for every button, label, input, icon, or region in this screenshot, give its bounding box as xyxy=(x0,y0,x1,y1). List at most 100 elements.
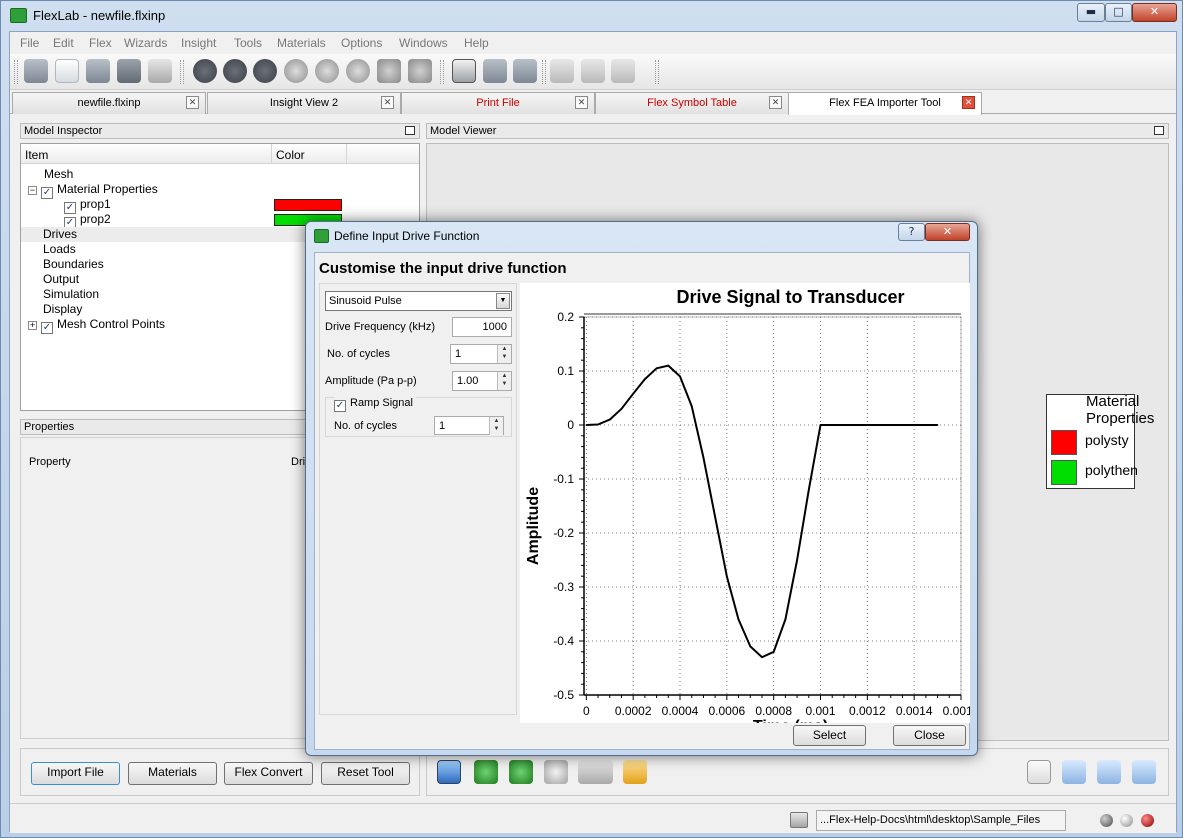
spinner-arrows-icon[interactable]: ▲ ▼ xyxy=(497,372,511,390)
add-object-icon[interactable] xyxy=(474,760,498,784)
expand-icon[interactable]: + xyxy=(28,321,37,330)
import-file-button[interactable]: Import File xyxy=(31,762,120,785)
dialog-help-button[interactable]: ? xyxy=(898,223,925,241)
cube-icon[interactable] xyxy=(408,59,432,83)
clear-icon[interactable] xyxy=(611,59,635,83)
flex-batch-icon[interactable] xyxy=(253,59,277,83)
column-item[interactable]: Item xyxy=(25,148,48,162)
spinner-arrows-icon[interactable]: ▲ ▼ xyxy=(489,417,503,435)
menu-tools[interactable]: Tools xyxy=(234,36,262,50)
float-panel-icon[interactable] xyxy=(405,126,415,135)
menu-windows[interactable]: Windows xyxy=(399,36,448,50)
close-window-button[interactable]: ✕ xyxy=(1132,3,1177,22)
view-side-icon[interactable] xyxy=(1097,760,1121,784)
tree-item-display[interactable]: Display xyxy=(43,302,82,317)
signal-data-point xyxy=(726,575,728,577)
drive-function-select[interactable]: Sinusoid Pulse ▼ xyxy=(325,291,512,311)
flex-restart-icon[interactable] xyxy=(223,59,247,83)
tree-item-prop2[interactable]: ✓ prop2 xyxy=(64,212,111,229)
add-folder-icon[interactable] xyxy=(483,59,507,83)
tab-flex-fea-importer[interactable]: Flex FEA Importer Tool ✕ xyxy=(788,92,982,115)
menu-wizards[interactable]: Wizards xyxy=(124,36,167,50)
amplitude-spinbox[interactable]: 1.00 ▲ ▼ xyxy=(452,371,512,391)
tree-item-mesh-control-points[interactable]: + ✓ Mesh Control Points xyxy=(28,317,165,334)
display-mode-dropdown[interactable] xyxy=(578,760,613,784)
flex-run-icon[interactable] xyxy=(193,59,217,83)
dialog-heading: Customise the input drive function xyxy=(319,260,567,277)
tab-close-icon[interactable]: ✕ xyxy=(186,96,199,109)
y-tick-label: 0.2 xyxy=(557,310,574,324)
tree-label: Loads xyxy=(43,242,76,256)
column-color[interactable]: Color xyxy=(276,148,305,162)
materials-button[interactable]: Materials xyxy=(128,762,217,785)
model-inspector-title: Model Inspector xyxy=(20,123,420,139)
tab-close-icon[interactable]: ✕ xyxy=(575,96,588,109)
cube-settings-icon[interactable] xyxy=(377,59,401,83)
working-directory-field[interactable]: ...Flex-Help-Docs\html\desktop\Sample_Fi… xyxy=(816,810,1066,831)
menu-help[interactable]: Help xyxy=(464,36,489,50)
spinner-arrows-icon[interactable]: ▲ ▼ xyxy=(497,345,511,363)
view-top-icon[interactable] xyxy=(1132,760,1156,784)
menu-edit[interactable]: Edit xyxy=(53,36,74,50)
reset-tool-button[interactable]: Reset Tool xyxy=(321,762,410,785)
prop1-color-swatch[interactable] xyxy=(274,199,342,211)
green-cube-icon[interactable] xyxy=(509,760,533,784)
tree-item-material-properties[interactable]: − ✓ Material Properties xyxy=(28,182,158,199)
view-front-icon[interactable] xyxy=(1062,760,1086,784)
move-icon[interactable] xyxy=(550,59,574,83)
checkbox[interactable]: ✓ xyxy=(41,187,53,199)
status-icon[interactable] xyxy=(346,59,370,83)
tree-item-prop1[interactable]: ✓ prop1 xyxy=(64,197,111,214)
signal-data-point xyxy=(679,375,681,378)
maximize-button[interactable]: □ xyxy=(1105,3,1132,22)
checkbox[interactable]: ✓ xyxy=(41,322,53,334)
tab-newfile[interactable]: newfile.flxinp ✕ xyxy=(12,92,206,114)
delete-folder-icon[interactable] xyxy=(513,59,537,83)
print-icon[interactable] xyxy=(148,59,172,83)
checkbox[interactable]: ✓ xyxy=(334,400,346,412)
folder-icon[interactable] xyxy=(790,812,808,828)
chevron-down-icon[interactable]: ▼ xyxy=(496,293,510,309)
ramp-cycles-spinbox[interactable]: 1 ▲ ▼ xyxy=(434,416,504,435)
tree-item-mesh[interactable]: Mesh xyxy=(44,167,73,182)
menu-materials[interactable]: Materials xyxy=(277,36,326,50)
zoom-icon[interactable] xyxy=(544,760,568,784)
flex-convert-button[interactable]: Flex Convert xyxy=(224,762,313,785)
menu-insight[interactable]: Insight xyxy=(181,36,216,50)
dialog-close-button[interactable]: ✕ xyxy=(925,223,970,241)
tab-close-icon[interactable]: ✕ xyxy=(769,96,782,109)
tab-close-icon[interactable]: ✕ xyxy=(381,96,394,109)
ramp-signal-checkbox[interactable]: ✓ Ramp Signal xyxy=(334,397,416,412)
open-recent-icon[interactable] xyxy=(86,59,110,83)
legend-label-polysty: polysty xyxy=(1085,432,1129,448)
time-icon[interactable] xyxy=(315,59,339,83)
new-file-icon[interactable] xyxy=(55,59,79,83)
stop-icon[interactable] xyxy=(284,59,308,83)
drive-frequency-input[interactable]: 1000 xyxy=(452,317,512,337)
tree-item-boundaries[interactable]: Boundaries xyxy=(43,257,104,272)
tree-item-simulation[interactable]: Simulation xyxy=(43,287,99,302)
collapse-icon[interactable]: − xyxy=(28,186,37,195)
open-folder-icon[interactable] xyxy=(24,59,48,83)
tab-flex-symbol-table[interactable]: Flex Symbol Table ✕ xyxy=(595,92,789,114)
tree-item-loads[interactable]: Loads xyxy=(43,242,76,257)
signal-data-point xyxy=(585,424,588,426)
dialog-close-action-button[interactable]: Close xyxy=(893,725,966,746)
menu-file[interactable]: File xyxy=(20,36,39,50)
save-icon[interactable] xyxy=(117,59,141,83)
tree-item-output[interactable]: Output xyxy=(43,272,79,287)
cycles-spinbox[interactable]: 1 ▲ ▼ xyxy=(450,344,512,364)
tab-insight-view-2[interactable]: Insight View 2 ✕ xyxy=(207,92,401,114)
monitor-icon[interactable] xyxy=(452,59,476,83)
cone-view-icon[interactable] xyxy=(437,760,461,784)
float-panel-icon[interactable] xyxy=(1154,126,1164,135)
select-button[interactable]: Select xyxy=(793,725,866,746)
menu-options[interactable]: Options xyxy=(341,36,382,50)
axis-icon[interactable] xyxy=(1027,760,1051,784)
split-icon[interactable] xyxy=(581,59,605,83)
menu-flex[interactable]: Flex xyxy=(89,36,112,50)
tab-print-file[interactable]: Print File ✕ xyxy=(401,92,595,114)
minimize-button[interactable]: ▬ xyxy=(1077,3,1105,22)
tab-close-icon[interactable]: ✕ xyxy=(962,96,975,109)
ruler-icon[interactable] xyxy=(623,760,647,784)
